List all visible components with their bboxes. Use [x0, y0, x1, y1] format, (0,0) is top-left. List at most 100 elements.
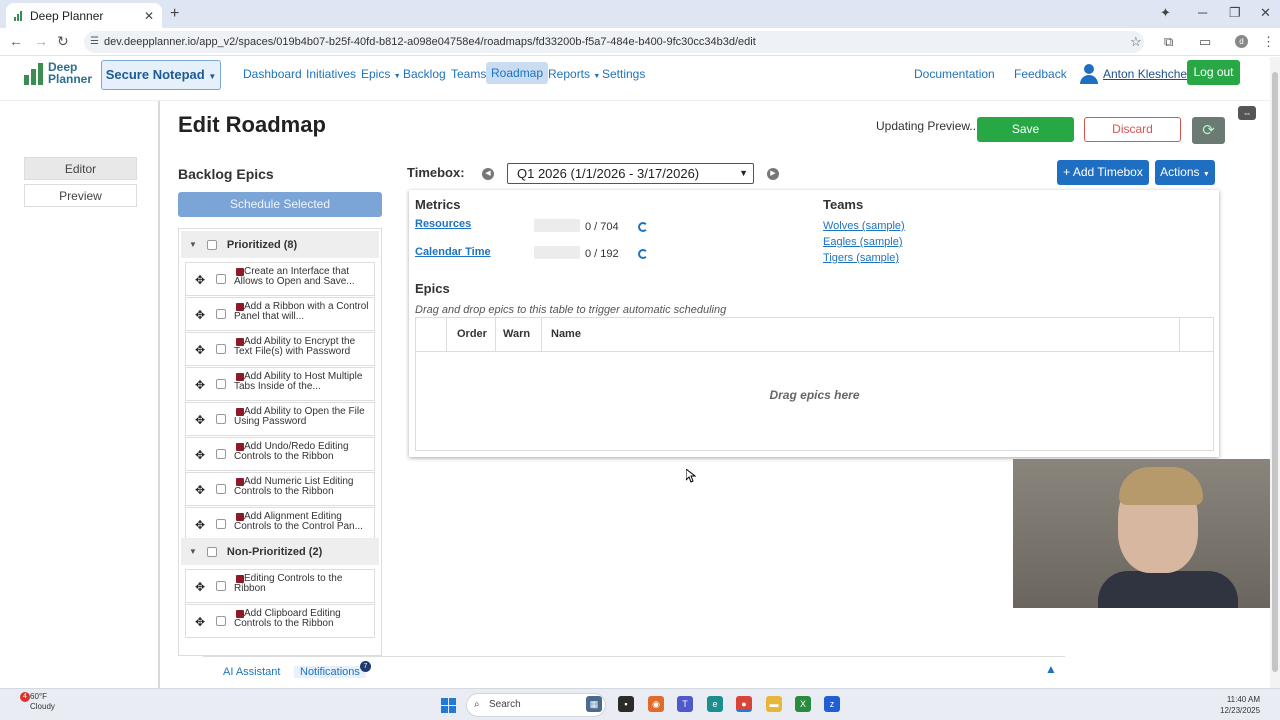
group-checkbox[interactable] [206, 239, 217, 250]
minimize-icon[interactable]: ─ [1198, 5, 1207, 20]
nav-roadmap[interactable]: Roadmap [486, 62, 549, 84]
group-prioritized[interactable]: ▼ Prioritized (8) [181, 231, 379, 258]
nav-reports[interactable]: Reports ▼ [548, 67, 600, 81]
chrome-icon[interactable]: ● [736, 696, 752, 712]
close-tab-icon[interactable]: ✕ [144, 9, 154, 23]
prev-timebox-icon[interactable]: ◀ [482, 168, 494, 180]
backlog-epic-row[interactable]: ✥ Add Alignment Editing Controls to the C… [185, 507, 375, 541]
drag-handle-icon[interactable]: ✥ [195, 483, 205, 497]
drag-handle-icon[interactable]: ✥ [195, 308, 205, 322]
drag-handle-icon[interactable]: ✥ [195, 273, 205, 287]
windows-start-icon[interactable] [441, 698, 456, 713]
backlog-epic-row[interactable]: ✥ Create an Interface that Allows to Open… [185, 262, 375, 296]
new-tab-icon[interactable]: + [170, 5, 179, 23]
team-link-eagles[interactable]: Eagles (sample) [823, 236, 902, 248]
nav-teams[interactable]: Teams [451, 67, 486, 81]
zoom-icon[interactable]: z [824, 696, 840, 712]
nav-dashboard[interactable]: Dashboard [243, 67, 302, 81]
file-explorer-icon[interactable]: ▬ [766, 696, 782, 712]
discard-button[interactable]: Discard [1084, 117, 1181, 142]
workspace-dropdown[interactable]: Secure Notepad ▼ [101, 60, 221, 90]
drag-handle-icon[interactable]: ✥ [195, 413, 205, 427]
preview-tab[interactable]: Preview [24, 184, 137, 207]
epic-checkbox[interactable] [216, 581, 226, 591]
actions-dropdown[interactable]: Actions ▼ [1155, 160, 1215, 185]
user-name-link[interactable]: Anton Kleshchev [1103, 67, 1193, 81]
profile-avatar[interactable]: d [1235, 35, 1248, 48]
expand-panel-icon[interactable]: ⇔ [1238, 106, 1256, 120]
team-link-wolves[interactable]: Wolves (sample) [823, 220, 905, 232]
epic-checkbox[interactable] [216, 484, 226, 494]
terminal-icon[interactable]: ▪ [618, 696, 634, 712]
bookmark-star-icon[interactable]: ☆ [1130, 34, 1142, 50]
reload-icon[interactable]: ↻ [57, 33, 69, 50]
backlog-epic-row[interactable]: ✥ Add Ability to Open the File Using Pass… [185, 402, 375, 436]
extensions-icon[interactable]: ⧉ [1164, 34, 1173, 50]
group-checkbox[interactable] [206, 546, 217, 557]
edge-icon[interactable]: e [707, 696, 723, 712]
nav-backlog[interactable]: Backlog [403, 67, 446, 81]
backlog-epic-row[interactable]: ✥ Add Numeric List Editing Controls to th… [185, 472, 375, 506]
deep-planner-logo[interactable]: Deep Planner [24, 61, 92, 85]
refresh-preview-button[interactable]: ⟳ [1192, 117, 1225, 144]
menu-icon[interactable]: ⋮ [1262, 34, 1275, 50]
team-link-tigers[interactable]: Tigers (sample) [823, 252, 899, 264]
logout-button[interactable]: Log out [1187, 60, 1240, 85]
col-name[interactable]: Name [551, 328, 581, 340]
forward-icon[interactable]: → [34, 33, 48, 49]
epic-checkbox[interactable] [216, 519, 226, 529]
teams-app-icon[interactable]: T [677, 696, 693, 712]
browser-tab[interactable]: Deep Planner ✕ [6, 3, 162, 28]
nav-epics[interactable]: Epics ▼ [361, 67, 401, 81]
backlog-epic-row[interactable]: ✥ Add Undo/Redo Editing Controls to the R… [185, 437, 375, 471]
backlog-epic-row[interactable]: ✥ Editing Controls to the Ribbon [185, 569, 375, 603]
group-non-prioritized[interactable]: ▼ Non-Prioritized (2) [181, 538, 379, 565]
nav-feedback[interactable]: Feedback [1014, 67, 1067, 81]
add-timebox-button[interactable]: + Add Timebox [1057, 160, 1149, 185]
timebox-select[interactable]: Q1 2026 (1/1/2026 - 3/17/2026) ▼ [507, 163, 754, 184]
epic-checkbox[interactable] [216, 414, 226, 424]
ai-assistant-tab[interactable]: AI Assistant [223, 666, 280, 678]
excel-icon[interactable]: X [795, 696, 811, 712]
epics-drop-table[interactable]: Order Warn Name Drag epics here [415, 317, 1214, 451]
url-field[interactable]: ☰ dev.deepplanner.io/app_v2/spaces/019b4… [84, 31, 1144, 53]
col-order[interactable]: Order [457, 328, 487, 340]
calendar-time-link[interactable]: Calendar Time [415, 246, 491, 258]
sidebar-icon[interactable]: ▭ [1199, 34, 1211, 50]
collapse-caret-icon[interactable]: ▼ [189, 547, 197, 556]
col-warn[interactable]: Warn [503, 328, 530, 340]
ai-sparkle-icon[interactable]: ✦ [1160, 5, 1171, 21]
epic-checkbox[interactable] [216, 274, 226, 284]
schedule-selected-button[interactable]: Schedule Selected [178, 192, 382, 217]
drag-handle-icon[interactable]: ✥ [195, 518, 205, 532]
drag-handle-icon[interactable]: ✥ [195, 448, 205, 462]
drag-handle-icon[interactable]: ✥ [195, 615, 205, 629]
drag-handle-icon[interactable]: ✥ [195, 343, 205, 357]
save-button[interactable]: Save [977, 117, 1074, 142]
backlog-epic-row[interactable]: ✥ Add Clipboard Editing Controls to the R… [185, 604, 375, 638]
weather-widget[interactable]: 60°F Cloudy [30, 692, 55, 712]
backlog-epic-row[interactable]: ✥ Add Ability to Encrypt the Text File(s)… [185, 332, 375, 366]
drag-handle-icon[interactable]: ✥ [195, 580, 205, 594]
back-icon[interactable]: ← [9, 33, 23, 49]
collapse-caret-icon[interactable]: ▼ [189, 240, 197, 249]
backlog-epic-row[interactable]: ✥ Add Ability to Host Multiple Tabs Insid… [185, 367, 375, 401]
nav-initiatives[interactable]: Initiatives [306, 67, 356, 81]
epic-checkbox[interactable] [216, 344, 226, 354]
drag-handle-icon[interactable]: ✥ [195, 378, 205, 392]
site-info-icon[interactable]: ☰ [90, 31, 99, 53]
epic-checkbox[interactable] [216, 616, 226, 626]
backlog-epic-row[interactable]: ✥ Add a Ribbon with a Control Panel that … [185, 297, 375, 331]
epic-checkbox[interactable] [216, 449, 226, 459]
nav-settings[interactable]: Settings [602, 67, 645, 81]
expand-up-icon[interactable]: ▲ [1045, 662, 1057, 676]
resources-link[interactable]: Resources [415, 218, 471, 230]
task-view-icon[interactable]: ▦ [586, 696, 602, 712]
notifications-tab[interactable]: Notifications [294, 666, 366, 678]
close-window-icon[interactable]: ✕ [1260, 5, 1271, 21]
taskbar-search[interactable]: ⌕ Search [466, 693, 606, 717]
restore-icon[interactable]: ❐ [1229, 5, 1241, 21]
system-clock[interactable]: 11:40 AM 12/23/2025 [1220, 694, 1260, 716]
next-timebox-icon[interactable]: ▶ [767, 168, 779, 180]
editor-tab[interactable]: Editor [24, 157, 137, 180]
